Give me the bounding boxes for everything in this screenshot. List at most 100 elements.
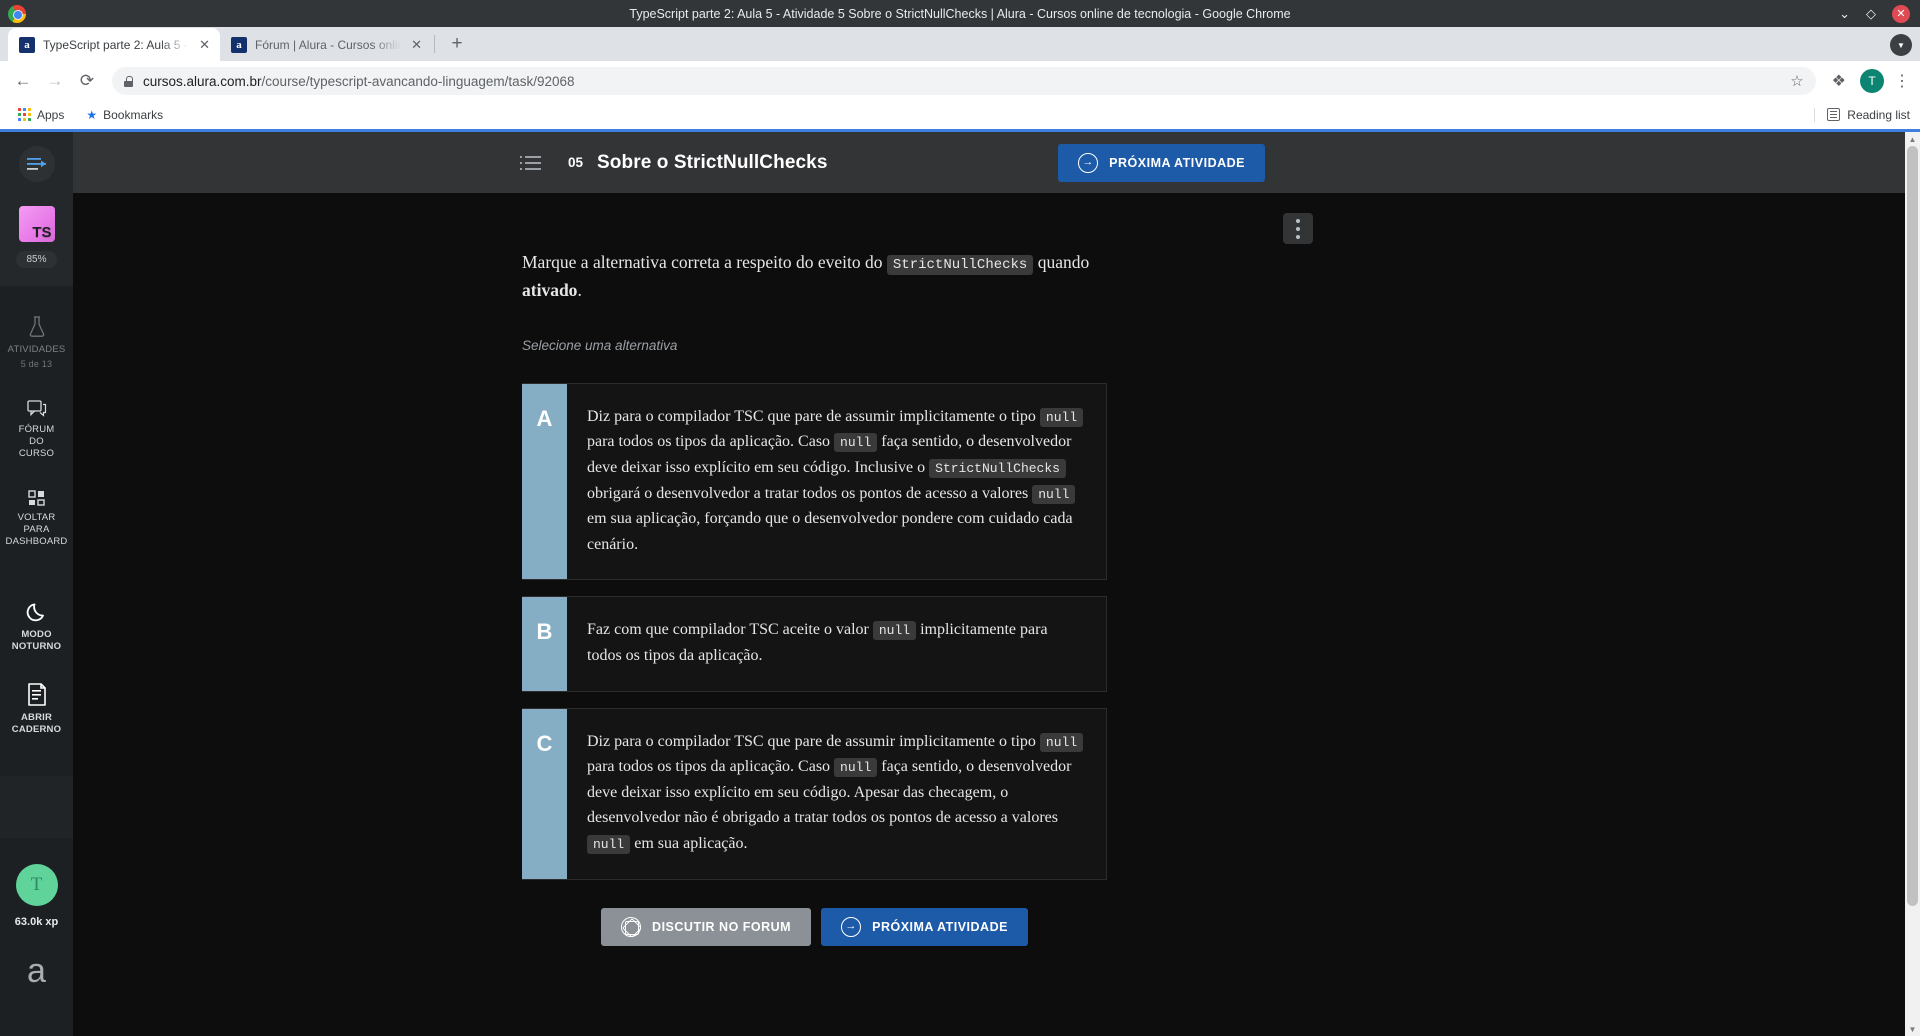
sidebar-item-atividades[interactable]: ATIVIDADES 5 de 13 <box>8 308 65 378</box>
page-viewport: TS 85% ATIVIDADES 5 de 13 FÓRUM DO CURSO <box>0 129 1920 1036</box>
url-path: /course/typescript-avancando-linguagem/t… <box>261 73 575 89</box>
bookmarks-label: Bookmarks <box>103 107 164 122</box>
scroll-down-arrow[interactable]: ▼ <box>1905 1022 1920 1036</box>
scroll-up-arrow[interactable]: ▲ <box>1905 132 1920 146</box>
main-content: 05 Sobre o StrictNullChecks → PRÓXIMA AT… <box>73 132 1920 1036</box>
reload-button[interactable]: ⟳ <box>72 66 102 96</box>
lifebuoy-icon <box>621 916 642 937</box>
question-prefix: Marque a alternativa correta a respeito … <box>522 252 887 272</box>
new-tab-button[interactable]: + <box>443 30 471 58</box>
tab-title: TypeScript parte 2: Aula 5 - Atividade 5… <box>43 37 189 52</box>
forward-button[interactable]: → <box>40 66 70 96</box>
close-tab-icon[interactable]: ✕ <box>409 37 424 53</box>
reading-list-icon <box>1827 108 1841 121</box>
sidebar-nav-section: ATIVIDADES 5 de 13 FÓRUM DO CURSO VOLTAR… <box>0 286 73 579</box>
alternative-letter: C <box>522 708 567 879</box>
scrollbar-thumb[interactable] <box>1907 146 1918 906</box>
sidebar-item-voltar-para-dashboard[interactable]: VOLTAR PARA DASHBOARD <box>5 482 68 556</box>
close-tab-icon[interactable]: ✕ <box>197 37 212 53</box>
alternative-option[interactable]: C Diz para o compilador TSC que pare de a… <box>522 707 1107 880</box>
user-xp-label: 63.0k xp <box>14 915 59 928</box>
moon-icon <box>26 603 44 622</box>
inline-code: StrictNullChecks <box>886 255 1034 275</box>
bookmarks-bar: Apps ★ Bookmarks Reading list <box>0 101 1920 129</box>
browser-tab-1[interactable]: a TypeScript parte 2: Aula 5 - Atividade… <box>8 28 220 61</box>
browser-tab-2[interactable]: a Fórum | Alura - Cursos online de tecno… <box>220 28 432 61</box>
inline-code: null <box>834 433 878 453</box>
sidebar-toggle-button[interactable] <box>18 146 55 182</box>
next-activity-label: PRÓXIMA ATIVIDADE <box>872 919 1008 934</box>
sidebar-item-abrir-caderno[interactable]: ABRIR CADERNO <box>9 675 65 744</box>
course-badge-icon[interactable]: TS <box>18 206 55 242</box>
tab-title: Fórum | Alura - Cursos online de tecnolo… <box>255 37 402 52</box>
course-sidebar: TS 85% ATIVIDADES 5 de 13 FÓRUM DO CURSO <box>0 132 73 1036</box>
alternatives-list: A Diz para o compilador TSC que pare de a… <box>522 382 1107 880</box>
chrome-menu-icon[interactable]: ⋮ <box>1892 71 1912 91</box>
alura-favicon-icon: a <box>231 36 247 53</box>
task-header: 05 Sobre o StrictNullChecks → PRÓXIMA AT… <box>73 132 1920 193</box>
discuss-forum-label: DISCUTIR NO FORUM <box>652 919 792 934</box>
sidebar-item-label: VOLTAR PARA DASHBOARD <box>5 511 68 547</box>
sidebar-item-label: MODO NOTURNO <box>11 629 62 653</box>
vertical-scrollbar[interactable]: ▲ ▼ <box>1905 132 1920 1036</box>
tab-search-icon[interactable]: ▼ <box>1890 34 1912 56</box>
alternative-text: Diz para o compilador TSC que pare de as… <box>567 709 1106 879</box>
course-progress-badge: 85% <box>16 251 57 268</box>
avatar[interactable]: T <box>15 863 58 906</box>
question-statement: Marque a alternativa correta a respeito … <box>522 249 1132 304</box>
apps-shortcut[interactable]: Apps <box>10 105 72 125</box>
alura-favicon-icon: a <box>19 36 35 53</box>
sidebar-item-label: ABRIR CADERNO <box>11 712 62 735</box>
next-activity-button-top[interactable]: → PRÓXIMA ATIVIDADE <box>1058 143 1265 182</box>
question-bold: ativado <box>522 279 578 300</box>
notebook-icon <box>27 683 46 706</box>
sidebar-item-forum-do-curso[interactable]: FÓRUM DO CURSO <box>9 392 65 468</box>
inline-code: null <box>1039 732 1084 752</box>
sidebar-tools-section: MODO NOTURNO ABRIR CADERNO <box>0 579 73 768</box>
apps-grid-icon <box>18 108 31 121</box>
menu-arrow-icon <box>26 158 46 170</box>
task-list-icon[interactable] <box>520 155 541 170</box>
alternative-letter: B <box>522 597 567 691</box>
more-options-button[interactable] <box>1283 213 1313 244</box>
question-suffix: . <box>577 279 582 300</box>
apps-label: Apps <box>37 107 65 122</box>
reading-list-label: Reading list <box>1847 107 1910 122</box>
dashboard-icon <box>27 490 45 506</box>
profile-avatar[interactable]: T <box>1860 69 1884 93</box>
bookmarks-folder[interactable]: ★ Bookmarks <box>78 105 171 125</box>
discuss-forum-button[interactable]: DISCUTIR NO FORUM <box>601 907 812 946</box>
task-number: 05 <box>568 155 584 170</box>
bottom-actions: DISCUTIR NO FORUM → PRÓXIMA ATIVIDADE <box>522 907 1107 946</box>
browser-toolbar: ← → ⟳ cursos.alura.com.br/course/typescr… <box>0 61 1920 101</box>
arrow-right-icon: → <box>841 916 862 937</box>
arrow-right-icon: → <box>1078 152 1099 173</box>
tab-separator <box>434 35 435 53</box>
bookmark-star-icon[interactable]: ☆ <box>1790 72 1803 90</box>
alternative-option[interactable]: B Faz com que compilador TSC aceite o val… <box>522 596 1107 692</box>
inline-code: null <box>872 621 917 641</box>
inline-code: StrictNullChecks <box>929 459 1066 478</box>
window-controls: ⌄ ◇ ✕ <box>1839 0 1910 27</box>
extensions-icon[interactable]: ❖ <box>1826 71 1852 91</box>
back-button[interactable]: ← <box>8 66 38 96</box>
next-activity-button-bottom[interactable]: → PRÓXIMA ATIVIDADE <box>821 907 1028 946</box>
course-badge-label: TS <box>32 224 52 241</box>
alternative-option[interactable]: A Diz para o compilador TSC que pare de a… <box>522 382 1107 581</box>
star-icon: ★ <box>86 107 98 122</box>
minimize-button[interactable]: ⌄ <box>1839 7 1850 20</box>
address-bar[interactable]: cursos.alura.com.br/course/typescript-av… <box>112 67 1816 95</box>
next-activity-label: PRÓXIMA ATIVIDADE <box>1109 155 1245 170</box>
alternative-text: Diz para o compilador TSC que pare de as… <box>567 384 1106 580</box>
sidebar-item-sublabel: 5 de 13 <box>20 358 53 369</box>
sidebar-item-modo-noturno[interactable]: MODO NOTURNO <box>9 593 65 661</box>
alternative-text: Faz com que compilador TSC aceite o valo… <box>587 621 1048 664</box>
maximize-button[interactable]: ◇ <box>1866 7 1876 20</box>
close-window-button[interactable]: ✕ <box>1892 4 1910 23</box>
window-title: TypeScript parte 2: Aula 5 - Atividade 5… <box>629 6 1291 21</box>
inline-code: null <box>1032 484 1076 504</box>
sidebar-user-section: T 63.0k xp a <box>0 838 73 988</box>
reading-list-button[interactable]: Reading list <box>1814 107 1910 122</box>
lock-icon <box>124 75 133 87</box>
alura-logo-icon[interactable]: a <box>27 954 46 988</box>
